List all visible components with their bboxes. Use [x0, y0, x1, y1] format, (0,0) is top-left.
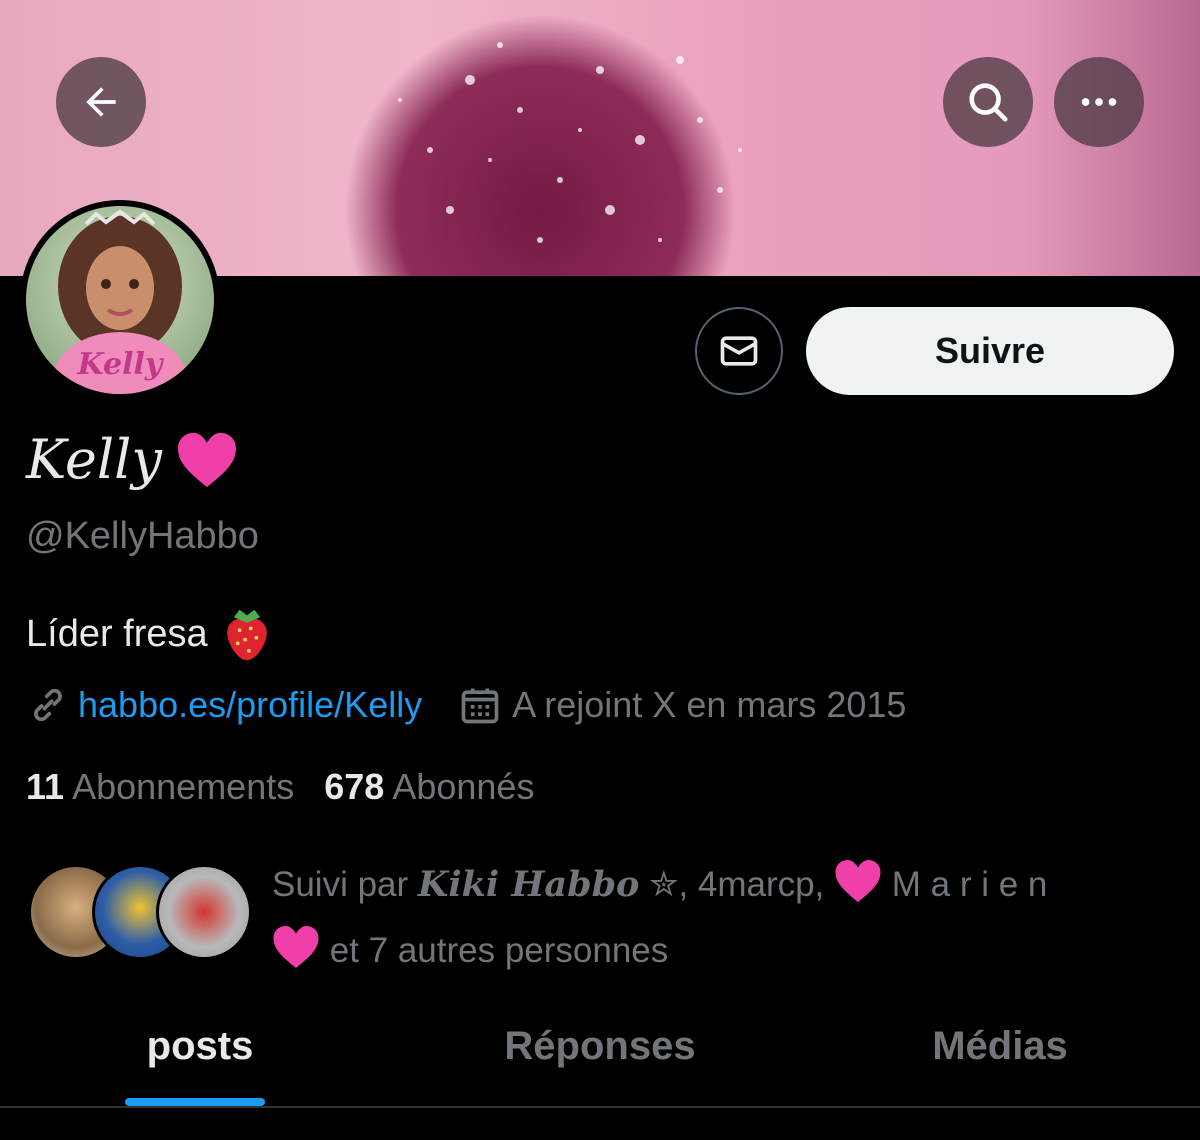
- more-button[interactable]: [1054, 57, 1144, 147]
- strawberry-icon: [226, 609, 267, 661]
- avatar-shirt-text: Kelly: [77, 347, 165, 382]
- display-name: Kelly: [26, 428, 238, 491]
- bio-text: Líder fresa: [26, 612, 208, 655]
- followed-by-user2: M a r i e n: [882, 865, 1048, 904]
- user-handle: @KellyHabbo: [26, 515, 259, 557]
- message-button[interactable]: [695, 307, 783, 395]
- tab-replies[interactable]: Réponses: [400, 1008, 800, 1108]
- back-button[interactable]: [56, 57, 146, 147]
- pink-heart-icon: [835, 860, 881, 902]
- pink-heart-icon: [273, 926, 319, 968]
- profile-meta: habbo.es/profile/Kelly A rejoint X en ma…: [26, 683, 906, 727]
- followed-by-user1-suffix: ✮, 4marcp,: [639, 865, 835, 904]
- profile-stats: 11 Abonnements 678 Abonnés: [26, 766, 534, 808]
- followed-by-text[interactable]: Suivi par Kiki Habbo ✮, 4marcp, M a r i …: [272, 852, 1172, 984]
- bio: Líder fresa: [26, 606, 272, 662]
- mutual-avatar-3: [156, 864, 252, 960]
- following-count: 11: [26, 766, 65, 807]
- pink-heart-icon: [177, 432, 236, 487]
- tabs-divider: [0, 1106, 1200, 1108]
- followed-by-suffix: et 7 autres personnes: [320, 931, 669, 970]
- calendar-icon: [461, 688, 499, 724]
- tab-media[interactable]: Médias: [800, 1008, 1200, 1108]
- envelope-icon: [720, 336, 758, 366]
- tab-posts[interactable]: posts: [0, 1008, 400, 1108]
- following-label: Abonnements: [72, 766, 295, 807]
- followed-by-user1: Kiki Habbo: [417, 864, 640, 905]
- active-tab-indicator: [125, 1098, 265, 1106]
- profile-avatar[interactable]: Kelly: [20, 200, 220, 400]
- search-button[interactable]: [943, 57, 1033, 147]
- display-name-text: Kelly: [26, 428, 162, 491]
- followed-by-prefix: Suivi par: [272, 865, 418, 904]
- link-icon: [34, 688, 62, 722]
- join-date: A rejoint X en mars 2015: [512, 684, 907, 725]
- profile-link[interactable]: habbo.es/profile/Kelly: [78, 684, 422, 726]
- following-stat[interactable]: 11 Abonnements: [26, 766, 294, 808]
- avatar-image: Kelly: [26, 206, 214, 394]
- followers-count: 678: [324, 766, 385, 807]
- profile-tabs: posts Réponses Médias: [0, 1008, 1200, 1108]
- arrow-left-icon: [86, 87, 116, 117]
- more-horizontal-icon: [1081, 98, 1117, 106]
- follow-button[interactable]: Suivre: [806, 307, 1174, 395]
- followers-label: Abonnés: [392, 766, 535, 807]
- mutual-followers-avatars[interactable]: [28, 864, 252, 960]
- search-icon: [969, 83, 1008, 122]
- followers-stat[interactable]: 678 Abonnés: [324, 766, 534, 808]
